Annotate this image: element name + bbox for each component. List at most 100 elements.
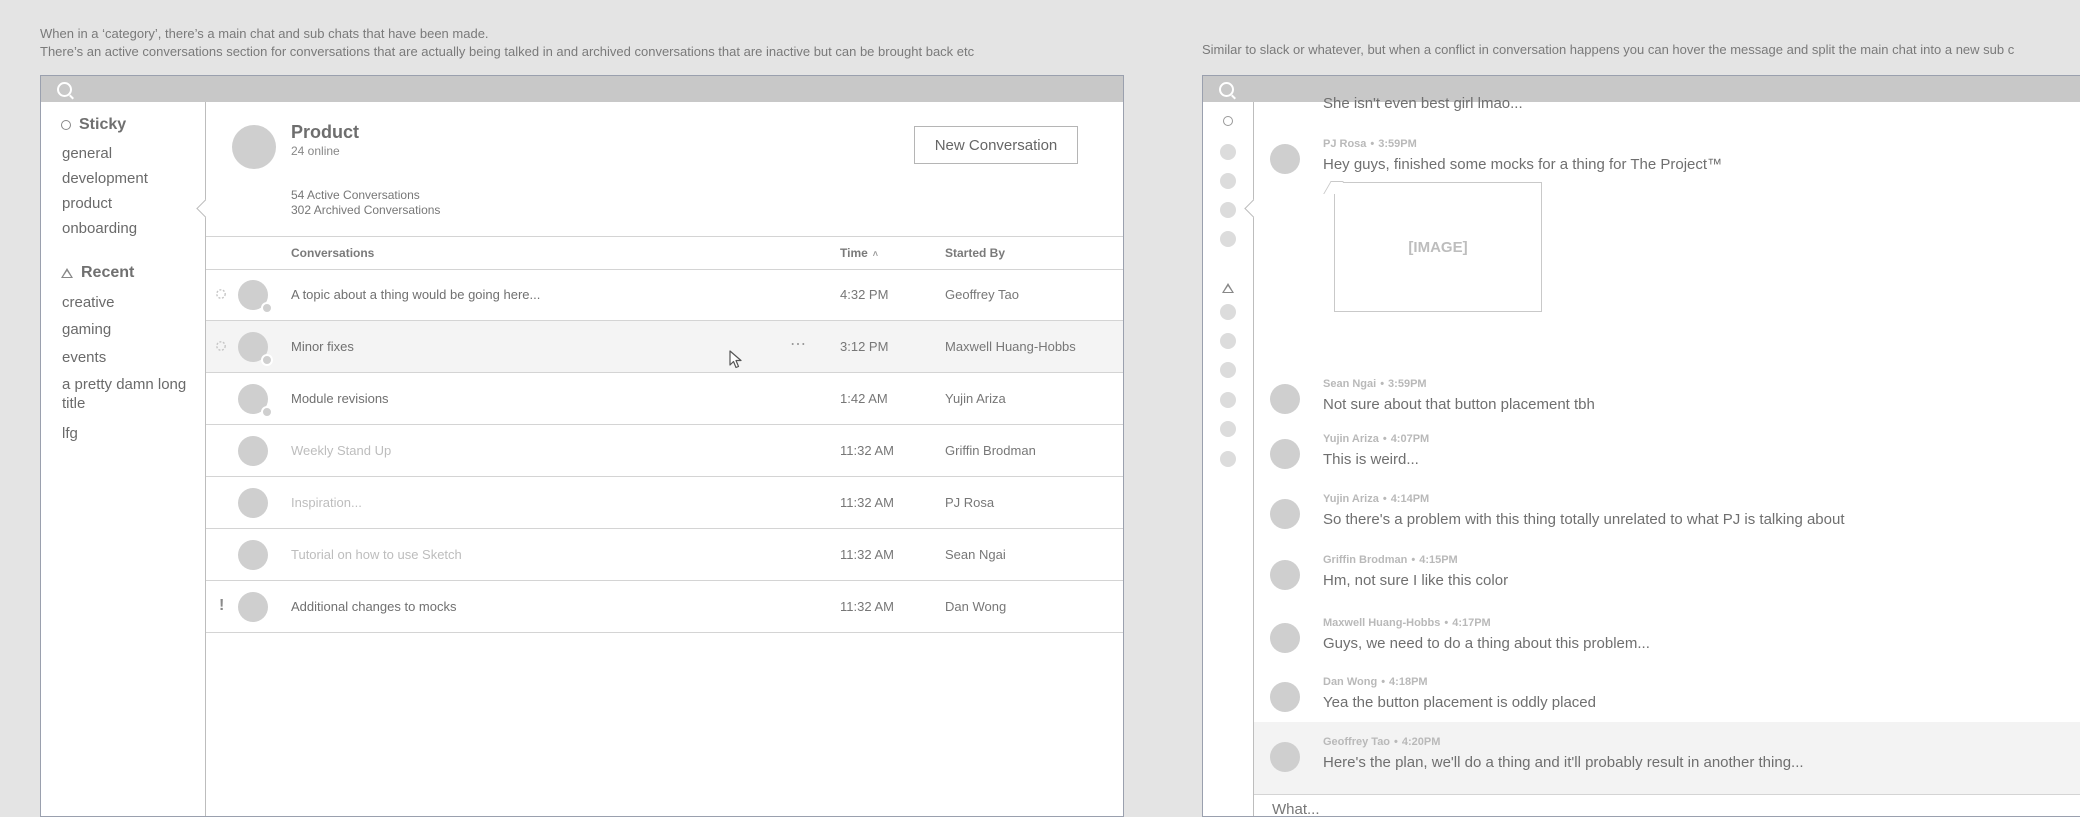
subchat-dot[interactable] — [1220, 362, 1236, 378]
avatar — [238, 540, 268, 570]
avatar[interactable] — [1270, 499, 1300, 529]
conversation-starter: Yujin Ariza — [945, 391, 1006, 406]
conversation-starter: Dan Wong — [945, 599, 1007, 614]
table-row[interactable]: Inspiration... 11:32 AM PJ Rosa — [206, 477, 1123, 529]
avatar — [238, 488, 268, 518]
column-time-label: Time — [840, 246, 868, 260]
conversation-title[interactable]: Additional changes to mocks — [291, 599, 456, 614]
message-composer — [1254, 794, 2080, 816]
right-note-line-1: Similar to slack or whatever, but when a… — [1202, 42, 2015, 57]
subchat-dot[interactable] — [1220, 202, 1236, 218]
column-conversations[interactable]: Conversations — [291, 246, 374, 260]
table-row[interactable]: Module revisions 1:42 AM Yujin Ariza — [206, 373, 1123, 425]
avatar[interactable] — [1270, 682, 1300, 712]
conversation-time: 11:32 AM — [840, 443, 894, 458]
conversation-title[interactable]: Module revisions — [291, 391, 389, 406]
subchat-dot[interactable] — [1220, 421, 1236, 437]
message-author[interactable]: Geoffrey Tao — [1323, 736, 1390, 748]
mouse-cursor-icon — [729, 350, 742, 369]
more-icon[interactable]: ⋯ — [790, 334, 807, 354]
subchat-dot[interactable] — [1220, 144, 1236, 160]
sticky-section-header: Sticky — [61, 116, 126, 134]
archived-conversations-count: 302 Archived Conversations — [291, 203, 441, 217]
conversation-title[interactable]: Minor fixes — [291, 339, 354, 354]
message-author[interactable]: Dan Wong — [1323, 676, 1377, 688]
sidebar-item-creative[interactable]: creative — [62, 293, 115, 312]
message-meta: Dan Wong • 4:18PM — [1323, 676, 1428, 688]
separator-dot: • — [1411, 554, 1416, 566]
avatar[interactable] — [1270, 439, 1300, 469]
subchat-dot[interactable] — [1220, 231, 1236, 247]
search-logo-icon — [1219, 82, 1234, 97]
message-author[interactable]: Sean Ngai — [1323, 378, 1376, 390]
table-row[interactable]: A topic about a thing would be going her… — [206, 269, 1123, 321]
conversation-title[interactable]: Tutorial on how to use Sketch — [291, 547, 462, 562]
separator-dot: • — [1382, 493, 1387, 505]
message-author[interactable]: Yujin Ariza — [1323, 493, 1379, 505]
channel-title: Product — [291, 122, 360, 142]
subchat-dot[interactable] — [1220, 173, 1236, 189]
message-text: Yea the button placement is oddly placed — [1323, 694, 1596, 711]
table-row[interactable]: Minor fixes ⋯ 3:12 PM Maxwell Huang-Hobbs — [206, 321, 1123, 373]
conversation-starter: Sean Ngai — [945, 547, 1006, 562]
sidebar-item-long-title[interactable]: a pretty damn long title — [62, 375, 187, 413]
loading-icon — [216, 341, 226, 351]
sort-asc-icon: ˄ — [872, 249, 879, 259]
sidebar-item-gaming[interactable]: gaming — [62, 320, 111, 339]
message-text: This is weird... — [1323, 451, 1419, 468]
column-time[interactable]: Time ˄ — [840, 246, 878, 260]
message-time: 4:14PM — [1390, 493, 1430, 505]
message-text: Hm, not sure I like this color — [1323, 572, 1509, 589]
conversation-time: 3:12 PM — [840, 339, 889, 354]
subchat-dot[interactable] — [1220, 333, 1236, 349]
subchat-dot[interactable] — [1220, 451, 1236, 467]
separator-dot: • — [1370, 138, 1375, 150]
message-author[interactable]: Maxwell Huang-Hobbs — [1323, 617, 1440, 629]
message-author[interactable]: PJ Rosa — [1323, 138, 1366, 150]
message-text: So there's a problem with this thing tot… — [1323, 511, 1845, 528]
triangle-icon — [1222, 283, 1234, 293]
sidebar-item-development[interactable]: development — [62, 169, 148, 188]
triangle-icon — [61, 268, 73, 278]
active-conversations-count: 54 Active Conversations — [291, 188, 420, 202]
sidebar-item-general[interactable]: general — [62, 144, 112, 163]
sidebar-item-events[interactable]: events — [62, 348, 106, 367]
message-time: 4:20PM — [1401, 736, 1441, 748]
message-meta: Yujin Ariza • 4:07PM — [1323, 433, 1429, 445]
loading-icon — [216, 289, 226, 299]
message-author[interactable]: Griffin Brodman — [1323, 554, 1407, 566]
sidebar-item-product[interactable]: product — [62, 194, 112, 213]
table-row[interactable]: Tutorial on how to use Sketch 11:32 AM Sea… — [206, 529, 1123, 581]
avatar[interactable] — [1270, 742, 1300, 772]
conversation-title[interactable]: A topic about a thing would be going her… — [291, 287, 540, 302]
left-note-line-1: When in a ‘category’, there’s a main cha… — [40, 26, 489, 41]
message-time: 4:18PM — [1389, 676, 1428, 688]
message-author[interactable]: Yujin Ariza — [1323, 433, 1379, 445]
table-row[interactable]: ! Additional changes to mocks 11:32 AM Dan … — [206, 581, 1123, 633]
subchat-dot[interactable] — [1220, 304, 1236, 320]
image-placeholder[interactable]: [IMAGE] — [1334, 182, 1542, 312]
avatar — [238, 436, 268, 466]
new-conversation-button[interactable]: New Conversation — [914, 126, 1078, 164]
message-time: 4:07PM — [1390, 433, 1430, 445]
message-input[interactable] — [1272, 801, 1772, 816]
message-meta: Yujin Ariza • 4:14PM — [1323, 493, 1429, 505]
subchat-dot[interactable] — [1220, 392, 1236, 408]
message-text: Hey guys, finished some mocks for a thin… — [1323, 156, 1723, 173]
avatar[interactable] — [1270, 144, 1300, 174]
sidebar-item-lfg[interactable]: lfg — [62, 424, 78, 443]
avatar[interactable] — [1270, 560, 1300, 590]
avatar[interactable] — [1270, 384, 1300, 414]
table-row[interactable]: Weekly Stand Up 11:32 AM Griffin Brodman — [206, 425, 1123, 477]
channel-window: Sticky general development product onboa… — [40, 75, 1124, 817]
conversation-title[interactable]: Weekly Stand Up — [291, 443, 391, 458]
separator-dot: • — [1394, 736, 1398, 748]
conversation-time: 4:32 PM — [840, 287, 889, 302]
chat-panel: She isn't even best girl lmao... [IMAGE]… — [1254, 95, 2080, 816]
conversation-starter: PJ Rosa — [945, 495, 995, 510]
column-started-by[interactable]: Started By — [945, 246, 1005, 260]
conversation-title[interactable]: Inspiration... — [291, 495, 362, 510]
sidebar-item-onboarding[interactable]: onboarding — [62, 219, 137, 238]
conversation-time: 11:32 AM — [840, 547, 894, 562]
avatar[interactable] — [1270, 623, 1300, 653]
